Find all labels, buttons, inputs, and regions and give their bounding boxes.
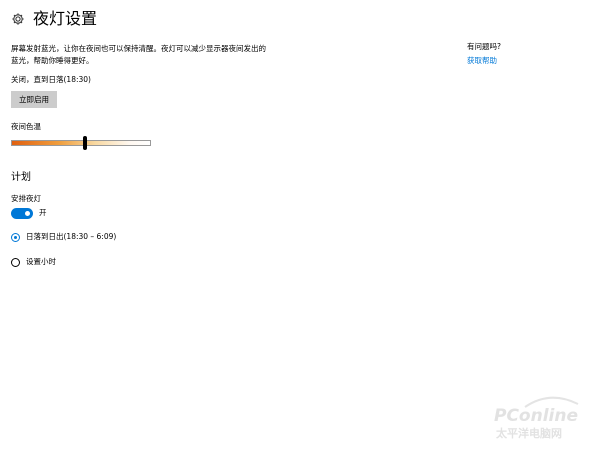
- svg-text:太平洋电脑网: 太平洋电脑网: [495, 426, 562, 440]
- toggle-knob: [25, 211, 30, 216]
- svg-text:PConline: PConline: [494, 406, 578, 426]
- radio-sunset-to-sunrise-label[interactable]: 日落到日出(18:30 – 6:09): [26, 231, 116, 243]
- get-help-link[interactable]: 获取帮助: [467, 55, 497, 67]
- radio-set-hours-label[interactable]: 设置小时: [26, 256, 56, 268]
- gear-icon: [12, 13, 24, 25]
- radio-set-hours[interactable]: [11, 258, 20, 267]
- help-title: 有问题吗?: [467, 42, 501, 51]
- pconline-watermark-logo: PConline 太平洋电脑网: [494, 396, 579, 440]
- color-temperature-slider[interactable]: [11, 140, 151, 146]
- status-text: 关闭，直到日落(18:30): [11, 75, 91, 84]
- page-title: 夜灯设置: [33, 9, 98, 28]
- radio-selected-dot: [14, 236, 17, 239]
- schedule-toggle[interactable]: [11, 208, 33, 219]
- slider-thumb[interactable]: [83, 136, 88, 150]
- description-text: 屏幕发射蓝光，让你在夜间也可以保持清醒。夜灯可以减少显示器夜间发出的蓝光，帮助你…: [11, 44, 266, 65]
- color-temperature-label: 夜间色温: [11, 122, 41, 131]
- schedule-night-light-label: 安排夜灯: [11, 194, 41, 203]
- enable-now-button[interactable]: 立即启用: [11, 91, 57, 108]
- toggle-state-text: 开: [39, 208, 47, 217]
- schedule-section-title: 计划: [11, 172, 31, 183]
- radio-sunset-to-sunrise[interactable]: [11, 233, 20, 242]
- night-light-settings-page: 夜灯设置 屏幕发射蓝光，让你在夜间也可以保持清醒。夜灯可以减少显示器夜间发出的蓝…: [0, 0, 600, 450]
